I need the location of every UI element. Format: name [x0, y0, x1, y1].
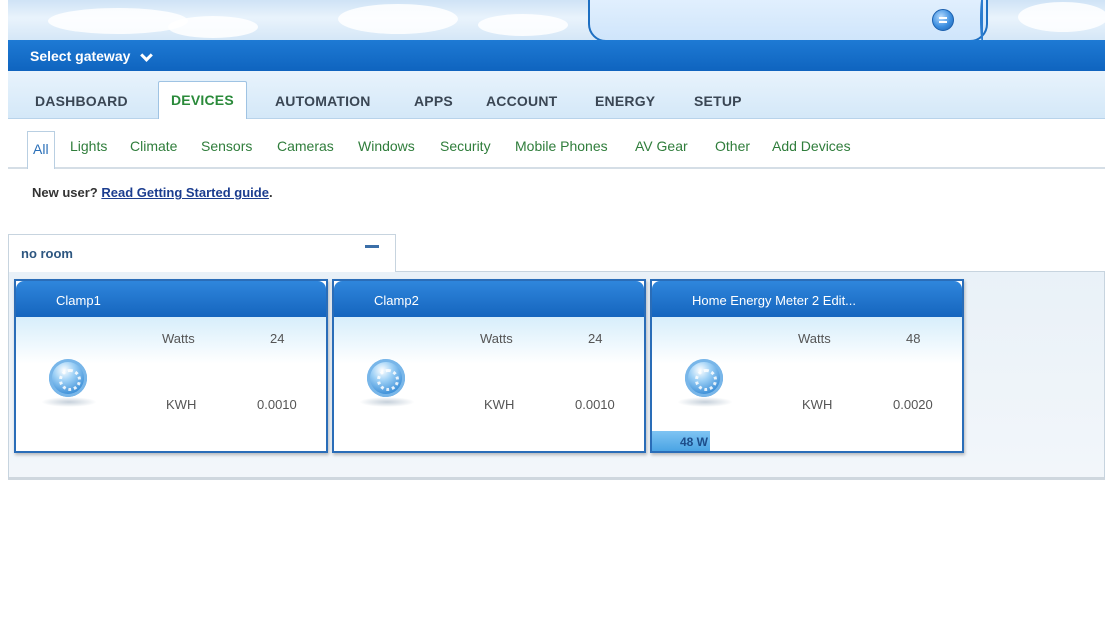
device-card[interactable]: Clamp2 Watts 24 KWH 0.0010	[332, 279, 646, 453]
subtab-cameras[interactable]: Cameras	[277, 138, 334, 154]
minus-icon[interactable]	[364, 239, 380, 253]
select-gateway-dropdown[interactable]: Select gateway	[30, 48, 152, 64]
header-panel	[588, 0, 988, 40]
tab-account[interactable]: ACCOUNT	[486, 93, 557, 109]
room-section: no room Clamp1 Watts 24 KWH 0.0010 Clamp…	[8, 234, 1105, 480]
tab-setup[interactable]: SETUP	[694, 93, 742, 109]
meter-gear-icon	[685, 359, 723, 397]
new-user-notice: New user? Read Getting Started guide.	[32, 185, 273, 200]
sub-nav: All Lights Climate Sensors Cameras Windo…	[8, 119, 1105, 169]
device-card[interactable]: Clamp1 Watts 24 KWH 0.0010	[14, 279, 328, 453]
subtab-climate[interactable]: Climate	[130, 138, 177, 154]
meter-gear-icon	[49, 359, 87, 397]
room-name: no room	[21, 246, 73, 261]
kwh-value: 0.0010	[575, 397, 615, 412]
menu-circle-icon[interactable]	[932, 9, 954, 31]
kwh-label: KWH	[802, 397, 833, 412]
room-tab: no room	[8, 234, 396, 272]
device-name: Home Energy Meter 2 Edit...	[652, 281, 962, 317]
getting-started-link[interactable]: Read Getting Started guide	[101, 185, 269, 200]
tab-apps[interactable]: APPS	[414, 93, 453, 109]
tab-dashboard[interactable]: DASHBOARD	[35, 93, 128, 109]
device-card-body: Watts 48 KWH 0.0020 48 W	[652, 317, 962, 451]
tab-automation[interactable]: AUTOMATION	[275, 93, 371, 109]
meter-gear-icon	[367, 359, 405, 397]
header-panel-edge	[980, 0, 986, 40]
device-name: Clamp2	[334, 281, 644, 317]
new-user-prefix: New user?	[32, 185, 98, 200]
subtab-all[interactable]: All	[27, 131, 55, 169]
watts-label: Watts	[162, 331, 195, 346]
device-name: Clamp1	[16, 281, 326, 317]
select-gateway-label: Select gateway	[30, 47, 131, 64]
subtab-security[interactable]: Security	[440, 138, 491, 154]
subtab-sensors[interactable]: Sensors	[201, 138, 252, 154]
subtab-add-devices[interactable]: Add Devices	[772, 138, 851, 154]
chevron-down-icon	[140, 51, 152, 61]
device-card-body: Watts 24 KWH 0.0010	[16, 317, 326, 451]
gateway-bar: Select gateway	[8, 40, 1105, 71]
subtab-mobile-phones[interactable]: Mobile Phones	[515, 138, 608, 154]
subtab-lights[interactable]: Lights	[70, 138, 107, 154]
subtab-av-gear[interactable]: AV Gear	[635, 138, 688, 154]
kwh-value: 0.0020	[893, 397, 933, 412]
watts-value: 24	[270, 331, 285, 346]
kwh-value: 0.0010	[257, 397, 297, 412]
kwh-label: KWH	[166, 397, 197, 412]
subtab-windows[interactable]: Windows	[358, 138, 415, 154]
kwh-label: KWH	[484, 397, 515, 412]
device-card[interactable]: Home Energy Meter 2 Edit... Watts 48 KWH…	[650, 279, 964, 453]
main-nav: DASHBOARD DEVICES AUTOMATION APPS ACCOUN…	[8, 71, 1105, 119]
watts-label: Watts	[480, 331, 513, 346]
device-card-body: Watts 24 KWH 0.0010	[334, 317, 644, 451]
watts-label: Watts	[798, 331, 831, 346]
power-badge: 48 W	[652, 431, 710, 451]
room-body: Clamp1 Watts 24 KWH 0.0010 Clamp2 Watts …	[8, 271, 1105, 480]
watts-value: 48	[906, 331, 921, 346]
tab-devices[interactable]: DEVICES	[158, 81, 247, 119]
new-user-suffix: .	[268, 185, 273, 200]
subtab-other[interactable]: Other	[715, 138, 750, 154]
watts-value: 24	[588, 331, 603, 346]
tab-energy[interactable]: ENERGY	[595, 93, 655, 109]
